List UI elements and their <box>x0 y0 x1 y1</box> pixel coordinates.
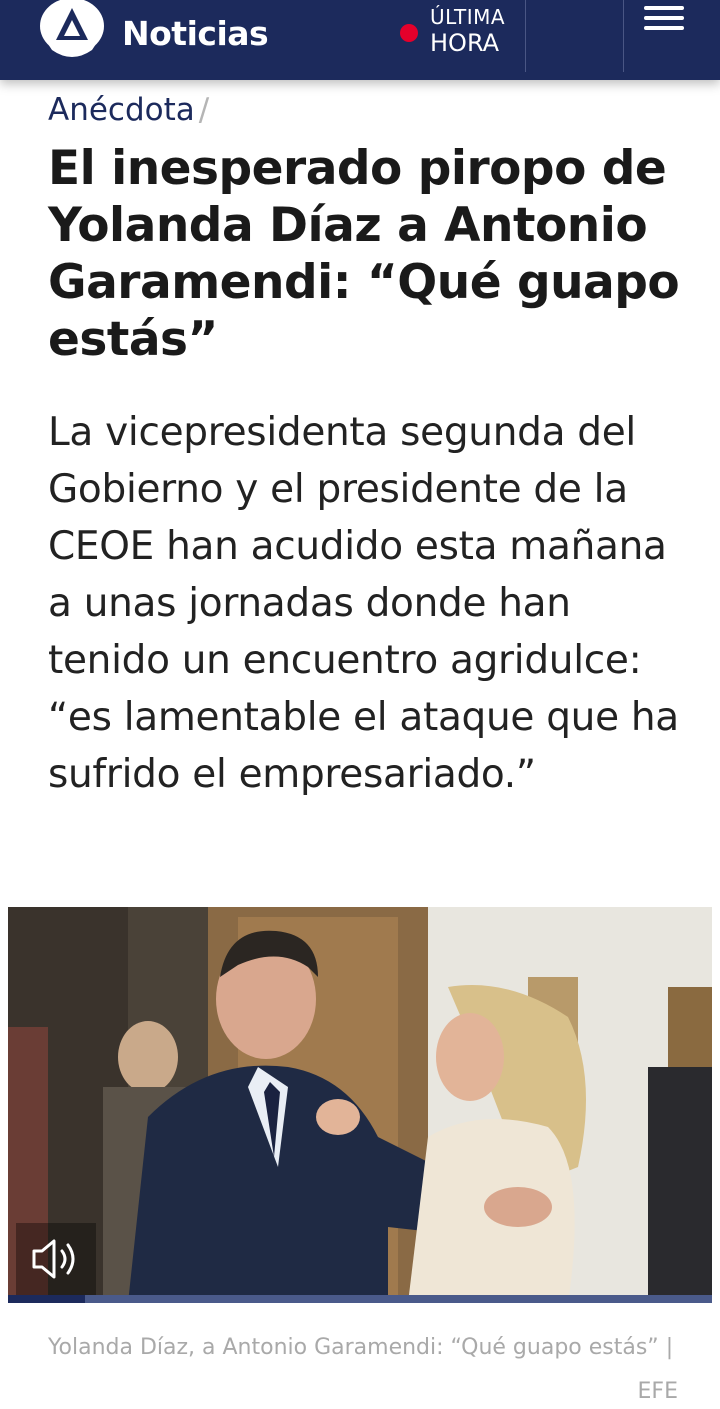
brand-name[interactable]: Noticias <box>122 14 269 53</box>
header-divider <box>525 0 526 72</box>
video-player[interactable] <box>8 907 712 1303</box>
caption-text: Yolanda Díaz, a Antonio Garamendi: “Qué … <box>48 1335 674 1360</box>
hamburger-icon-bar <box>644 16 684 20</box>
speaker-icon <box>32 1239 75 1279</box>
article-lead: La vicepresidenta segunda del Gobierno y… <box>48 410 679 797</box>
video-caption: Yolanda Díaz, a Antonio Garamendi: “Qué … <box>48 1326 678 1409</box>
breaking-news-link[interactable]: ÚLTIMA HORA <box>430 4 505 56</box>
menu-button[interactable] <box>624 0 720 72</box>
breadcrumb-separator: / <box>198 92 210 128</box>
breadcrumb: Anécdota / <box>48 92 209 128</box>
category-link[interactable]: Anécdota <box>48 92 195 128</box>
breaking-news-line1: ÚLTIMA <box>430 5 506 29</box>
hamburger-icon-bar <box>644 26 684 30</box>
video-progress-bar[interactable] <box>8 1295 712 1303</box>
photo-credit: EFE <box>637 1379 678 1404</box>
video-frame <box>8 907 712 1303</box>
breaking-news-line2: HORA <box>430 29 500 57</box>
volume-button[interactable] <box>16 1223 96 1295</box>
hamburger-icon <box>644 6 684 10</box>
site-header: Noticias ÚLTIMA HORA <box>0 0 720 80</box>
live-indicator-dot <box>400 24 418 42</box>
article-title: El inesperado piropo de Yolanda Díaz a A… <box>48 141 680 367</box>
video-progress-fill <box>8 1295 86 1303</box>
antena3-logo[interactable] <box>38 0 106 60</box>
